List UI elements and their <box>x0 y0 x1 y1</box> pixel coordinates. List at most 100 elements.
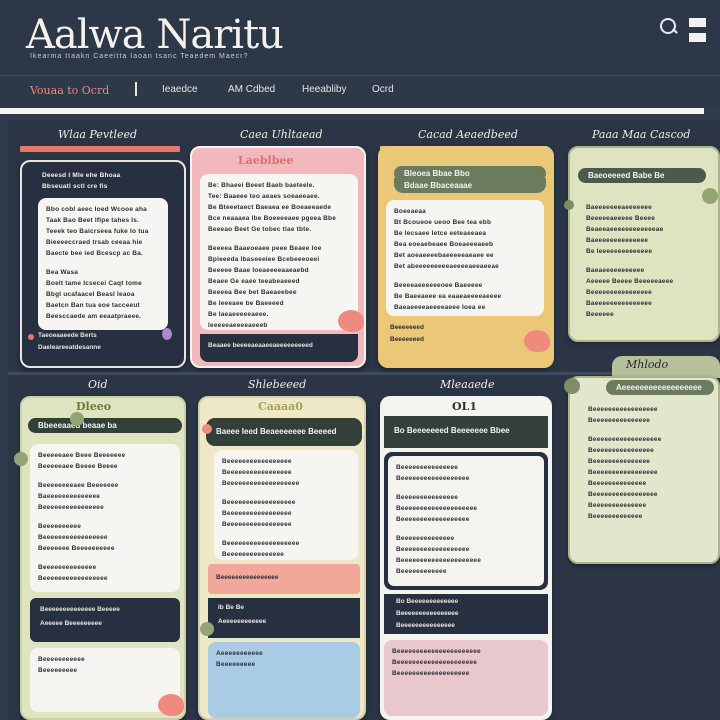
card-tag: Baeee Ieed Beaeeeeeee Beeeed <box>206 418 362 446</box>
card-tag: Bo Beeeeeeed Beeeeeee Bbee <box>384 416 548 448</box>
card-body: Bbo cobl aeec Ioed Wcooe aha Taak Bao Be… <box>38 198 168 330</box>
card-line: Be: Bhaeei Beeet Baeb baeteele. <box>208 182 315 189</box>
card-footer: Aeeeeeeeeeeee <box>218 618 267 625</box>
header-divider <box>0 108 704 114</box>
nav-separator <box>135 82 137 96</box>
card-footer: Ib Be Be <box>218 604 245 611</box>
card-line: Be Ieeeeeeeeeeeeee <box>586 248 653 255</box>
status-dot <box>70 412 84 426</box>
card-line: Beeeeeeeeeeeeeee <box>222 551 285 558</box>
card-line: Beeeeeeeeeeeeeeeeeeeee <box>396 557 482 564</box>
card-line: Boelt tame Icsecei Caqt tome <box>46 280 142 287</box>
nav-item-4[interactable]: Heeabliby <box>302 84 346 95</box>
card-footer-bar: Beaaee beeeeaeaaeeaeeeeeeeeed <box>200 334 358 362</box>
card-line: Beaeeaeeeeeeeeeeeeae <box>586 226 664 233</box>
card-line: Beeeeee <box>586 311 614 318</box>
priority-badge <box>338 310 364 332</box>
card-line: Beeeeeeeeeeeeeeeeeee <box>392 670 470 677</box>
card-line: Beeeeeeeee <box>216 661 256 668</box>
task-card-6[interactable]: Caaaa0 Baeee Ieed Beaeeeeeee Beeeed Beee… <box>198 396 366 720</box>
card-line: Baecte bee ied Bcescp ac Ba. <box>46 250 144 257</box>
column-title-5: Oid <box>88 378 108 391</box>
card-line: Boeeaeaa <box>394 208 426 215</box>
card-line: Beeeeeeeeeeeeeeeeeeeeee <box>392 648 481 655</box>
card-line: Beeeeeeeeeeeeeeeeee <box>396 475 470 482</box>
card-body: Beeeeeeeeeeeeeeeee Beeeeeeeeeeeeeee Beee… <box>580 398 714 546</box>
card-line: Bet abeeeeeeeeeaeeeeaeeaeeae <box>394 263 499 270</box>
card-line: Be Iaeaeeeeeaeee. <box>208 311 269 318</box>
card-line: Beeeeeeeeeeeeeee <box>588 417 651 424</box>
nav-item-2[interactable]: Ieaedce <box>162 84 198 95</box>
app-title: Aalwa Naritu <box>26 12 284 58</box>
card-footer: Beaaee beeeeaeaaeeaeeeeeeeeed <box>208 342 313 349</box>
task-card-3[interactable]: Bleoea Bbae Bbo Bdaae Bbaceaaae Boeeaeaa… <box>378 146 554 368</box>
card-line: Ieeeeeaeeeeaeeeb <box>208 322 268 329</box>
card-line: Bieeeeccraed trsab ceeaa hie <box>46 239 143 246</box>
card-line: Beeeeeeeeeeeeeee <box>396 464 459 471</box>
menu-icon[interactable] <box>684 18 706 50</box>
app-subtitle: Ikearma ttaakn Caeeitta Iaoan tsanc Teae… <box>30 53 249 60</box>
task-card-1[interactable]: Deeesd I Mle ehe Bhoaa Bbseuatl sctl cre… <box>20 160 186 368</box>
card-line: Bpieeeda Ibaseeeiee Bcebeeeoeei <box>208 256 320 263</box>
card-footer: Beeeeeeed <box>390 324 424 331</box>
card-line: Bea Wasa <box>46 269 79 276</box>
nav-item-5[interactable]: Ocrd <box>372 84 394 95</box>
task-card-4[interactable]: Baeoeeeed Babe Be Baeeeeeeeaeeeeeee Beee… <box>564 146 720 342</box>
priority-badge <box>524 330 550 352</box>
card-line: Aeeeeeeeeeee <box>216 650 263 657</box>
status-dot <box>202 424 212 434</box>
task-card-2[interactable]: Laeblbee Be: Bhaeei Beeet Baeb baeteele.… <box>190 146 366 368</box>
status-dot <box>28 334 34 340</box>
card-line: Beeeeeeeeeeeeeeeee <box>38 534 108 541</box>
card-line: Baeeeeeeeaeeeeeee <box>586 204 652 211</box>
nav-item-home[interactable]: Vouaa to Ocrd <box>30 84 109 97</box>
status-dot <box>200 622 214 636</box>
card-footer-bar: Ib Be Be Aeeeeeeeeeeee <box>208 598 360 638</box>
card-line: Beeeeeeeeeeeeeeeee <box>222 458 292 465</box>
search-icon[interactable] <box>660 18 676 34</box>
card-line: Baeaeeeeaeeeeaeee Ioea ee <box>394 304 486 311</box>
card-line: Beeeeeeeeeeeeeeeee <box>38 575 108 582</box>
column-title-2: Caea Uhltaead <box>240 128 323 141</box>
card-line: Beeeeeeeeeeeeeeeee <box>588 491 658 498</box>
card-line: Beeeeeeeeeeeeeeeee <box>222 521 292 528</box>
card-body: Baeeeeeeeaeeeeeee Beeeeeaeeeee Beeee Bea… <box>578 196 708 336</box>
card-line: Beeeeeeeeeeeeeeeeee <box>588 436 662 443</box>
card-line: Be Bteeetaect Baeaea ee Boeaeeaede <box>208 204 332 211</box>
card-line: Beaee Ge eaee teeabeaeeed <box>208 278 300 285</box>
task-card-8[interactable]: Aeeeeeeeeeeeeeeeeee Beeeeeeeeeeeeeeeee B… <box>564 376 720 564</box>
task-card-5[interactable]: Dleeo Bbeeeaaed beaae ba Beeeeeaee Beee … <box>14 396 186 720</box>
card-tag: Baeoeeeed Babe Be <box>578 168 706 183</box>
card-label: OL1 <box>452 400 477 413</box>
card-line: Beeeeeaee Beeee Beeee <box>38 463 118 470</box>
card-line: Beeeeeeeeeeeeee <box>588 480 647 487</box>
card-line: Beeeeeeeeeeeeeeeee <box>222 510 292 517</box>
card-line: Beeeee Baae Ioeaeeeeaaeaebd <box>208 267 309 274</box>
card-line: Beeeeeeeeeeeeeeeeeee <box>222 480 300 487</box>
card-line: Baetcn Ban tua eoe tacceeut <box>46 302 140 309</box>
nav-item-3[interactable]: AM Cdbed <box>228 84 275 95</box>
card-footer: Daeleareeatdesanne <box>38 344 101 351</box>
card-body-2: Beeeeeeeeeeeeeeeeeeeeee Beeeeeeeeeeeeeee… <box>384 640 548 716</box>
card-footer: Beeeeeeeeeeeeee Beeeee <box>40 606 120 613</box>
task-card-7[interactable]: OL1 Bo Beeeeeeed Beeeeeee Bbee Beeeeeeee… <box>380 396 552 720</box>
card-footer: Beeeeeeeeeeeeeee <box>396 622 455 629</box>
column-title-6: Shlebeeed <box>248 378 307 391</box>
priority-badge <box>158 694 184 716</box>
card-line: Teeek teo Baicrseea fuke Io tua <box>46 228 149 235</box>
card-line: Beeeao Beet Ge tobec tlae tbte. <box>208 226 312 233</box>
status-dot <box>564 200 574 210</box>
card-line: Beesccaede am eeaatpraeee. <box>46 313 142 320</box>
accent-bar-coral <box>20 146 180 152</box>
card-line: Baeeeeeeeeeeeeeee <box>586 300 652 307</box>
card-line: Beeeeeee Beeeeeeeeee <box>38 545 115 552</box>
card-line: Be Baeeaeee ea eaaeaeeeeaeeee <box>394 293 502 300</box>
card-line: Bbgl ucafaacel Beasl Ieaoa <box>46 291 135 298</box>
card-footer: Beeeeeeed <box>390 336 424 343</box>
card-body: Beeeeeeeeeeeeeee Beeeeeeeeeeeeeeeeee Bee… <box>388 456 544 586</box>
card-line: Beeeeeeeeeeeeeeeeeeeee <box>392 659 478 666</box>
card-body: Beeeeeaee Beee Beeeeeee Beeeeeaee Beeee … <box>30 444 180 592</box>
card-line: Beeeeeeeeeeeeeeee <box>38 504 104 511</box>
card-footer: Taeoeaaeede Berts <box>38 332 97 339</box>
column-title-4: Paaa Maa Cascod <box>592 128 691 141</box>
